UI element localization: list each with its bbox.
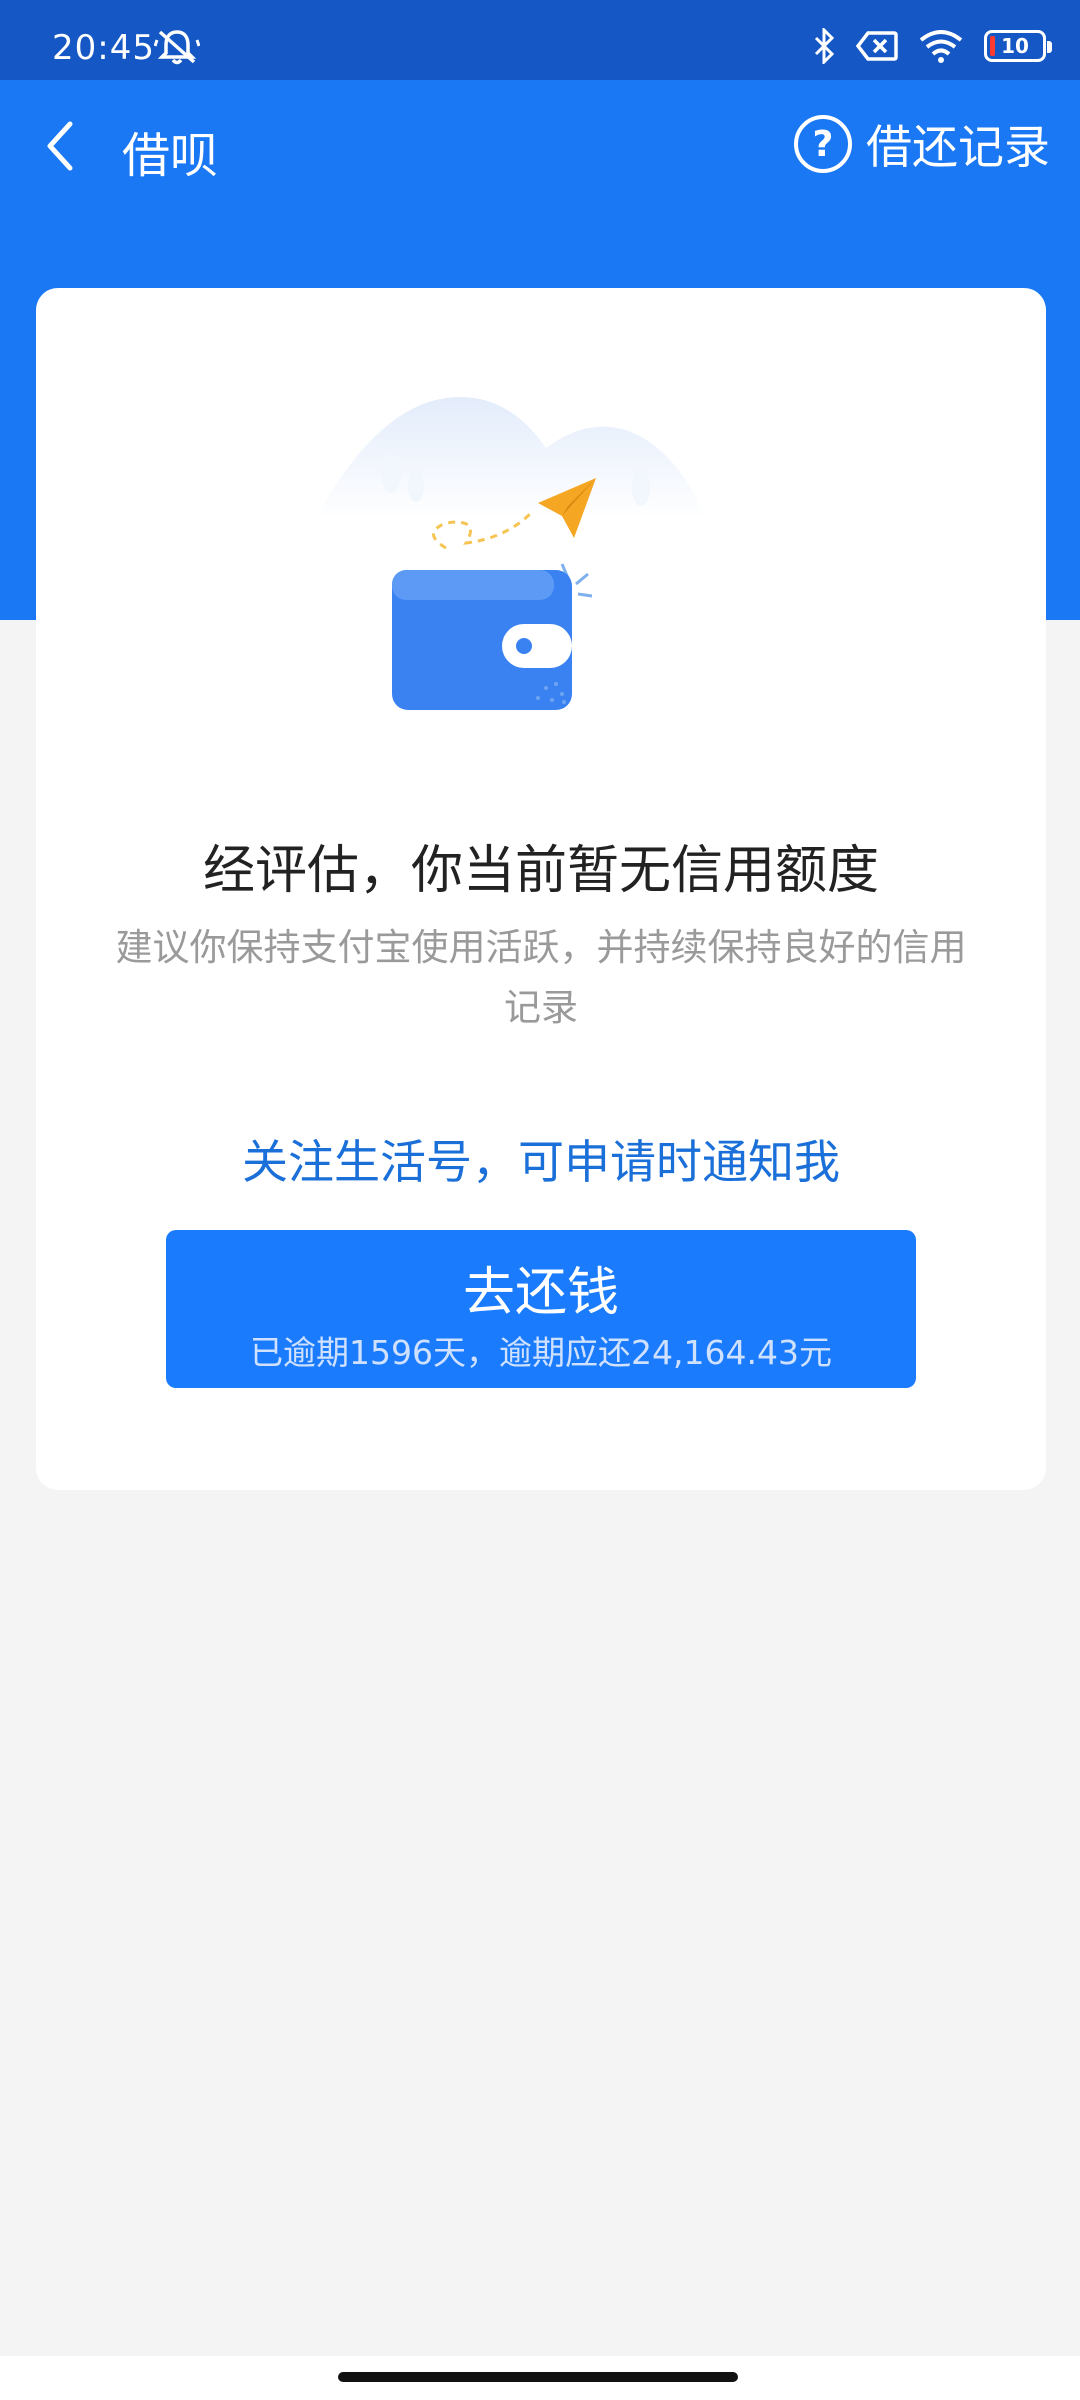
credit-status-card: 经评估，你当前暂无信用额度 建议你保持支付宝使用活跃，并持续保持良好的信用记录 … (36, 288, 1046, 1490)
status-icons: 10 (812, 26, 1052, 66)
nav-bar: 借呗 ? 借还记录 (0, 80, 1080, 212)
wifi-icon (919, 30, 963, 63)
mute-bell-icon (154, 30, 200, 65)
page: 20:45 10 借呗 ? 借还记录 经评估，你当前暂无信用额度 建议你保持支付… (0, 0, 1080, 2400)
borrow-repay-record-link[interactable]: ? 借还记录 (794, 112, 1050, 176)
repay-button[interactable]: 去还钱 已逾期1596天，逾期应还24,164.43元 (166, 1230, 916, 1388)
no-sim-icon (856, 31, 898, 61)
advice-text: 建议你保持支付宝使用活跃，并持续保持良好的信用记录 (115, 926, 967, 1029)
repay-button-label: 去还钱 (462, 1263, 619, 1323)
wallet-illustration (316, 397, 706, 710)
wallet-icon (392, 570, 572, 710)
bluetooth-icon (814, 28, 835, 64)
status-bar: 20:45 10 (0, 0, 1080, 80)
chevron-left-icon (47, 121, 73, 171)
battery-level: 10 (1001, 34, 1029, 58)
back-button[interactable] (40, 116, 86, 176)
battery-fill (990, 36, 995, 56)
page-title: 借呗 (122, 128, 219, 184)
no-credit-headline: 经评估，你当前暂无信用额度 (202, 841, 879, 901)
question-circle-icon: ? (794, 115, 852, 173)
status-time: 20:45 (52, 28, 155, 68)
home-indicator[interactable] (338, 2372, 738, 2382)
overdue-info: 已逾期1596天，逾期应还24,164.43元 (250, 1333, 832, 1372)
follow-notify-link[interactable]: 关注生活号，可申请时通知我 (36, 1126, 1046, 1192)
record-link-label: 借还记录 (866, 120, 1050, 174)
battery-icon: 10 (984, 30, 1052, 62)
